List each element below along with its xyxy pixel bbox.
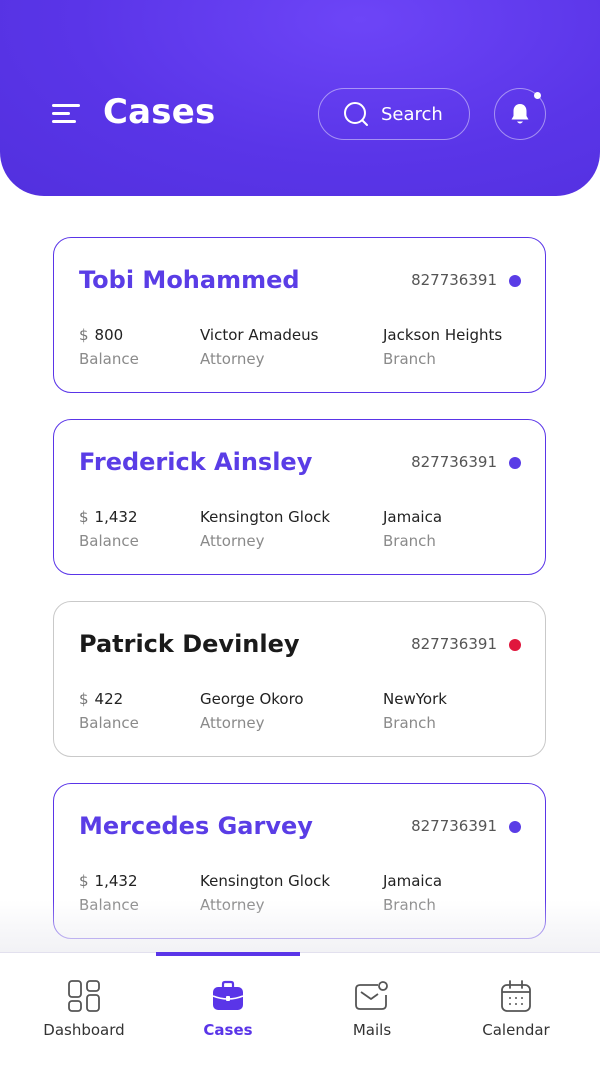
branch-value: Jackson Heights [383, 326, 503, 344]
client-name: Patrick Devinley [79, 630, 300, 658]
search-icon [344, 102, 368, 126]
briefcase-icon [212, 980, 244, 1010]
balance-column: $1,432 Balance [79, 508, 139, 550]
notifications-button[interactable] [494, 88, 546, 140]
bottom-tab-bar: Dashboard Cases Mails Calendar [0, 952, 600, 1067]
branch-column: NewYork Branch [383, 690, 447, 732]
branch-value: Jamaica [383, 508, 443, 526]
tab-label: Calendar [482, 1021, 550, 1039]
case-number: 827736391 [411, 635, 497, 653]
tab-label: Mails [352, 1021, 392, 1039]
attorney-value: George Okoro [200, 690, 304, 708]
currency-symbol: $ [79, 872, 89, 890]
case-number: 827736391 [411, 817, 497, 835]
status-dot [509, 821, 521, 833]
branch-value: Jamaica [383, 872, 443, 890]
status-dot [509, 639, 521, 651]
tab-label: Cases [203, 1021, 253, 1039]
attorney-value: Kensington Glock [200, 872, 331, 890]
case-card[interactable]: Patrick Devinley 827736391 $422 Balance … [53, 601, 546, 757]
balance-value: 422 [94, 690, 124, 708]
balance-column: $422 Balance [79, 690, 139, 732]
search-label: Search [381, 103, 443, 125]
status-dot [509, 457, 521, 469]
branch-label: Branch [383, 350, 436, 368]
tab-cases[interactable]: Cases [156, 953, 300, 1067]
case-card[interactable]: Tobi Mohammed 827736391 $800 Balance Vic… [53, 237, 546, 393]
attorney-value: Kensington Glock [200, 508, 331, 526]
attorney-label: Attorney [200, 714, 265, 732]
branch-column: Jackson Heights Branch [383, 326, 502, 368]
client-name: Tobi Mohammed [79, 266, 300, 294]
app-header: Cases Search [0, 0, 600, 196]
notification-badge [534, 92, 541, 99]
menu-icon[interactable] [52, 104, 82, 126]
status-dot [509, 275, 521, 287]
page-title: Cases [103, 92, 216, 132]
case-card[interactable]: Frederick Ainsley 827736391 $1,432 Balan… [53, 419, 546, 575]
balance-label: Balance [79, 532, 139, 550]
client-name: Frederick Ainsley [79, 448, 313, 476]
balance-value: 1,432 [94, 872, 138, 890]
tab-mails[interactable]: Mails [300, 953, 444, 1067]
case-number: 827736391 [411, 271, 497, 289]
mail-icon [355, 981, 388, 1010]
list-fade [0, 900, 600, 952]
tab-calendar[interactable]: Calendar [444, 953, 588, 1067]
balance-value: 800 [94, 326, 124, 344]
attorney-column: George Okoro Attorney [200, 690, 304, 732]
branch-value: NewYork [383, 690, 447, 708]
currency-symbol: $ [79, 326, 89, 344]
case-number: 827736391 [411, 453, 497, 471]
attorney-value: Victor Amadeus [200, 326, 319, 344]
tab-dashboard[interactable]: Dashboard [12, 953, 156, 1067]
attorney-column: Victor Amadeus Attorney [200, 326, 318, 368]
attorney-label: Attorney [200, 350, 265, 368]
client-name: Mercedes Garvey [79, 812, 313, 840]
balance-value: 1,432 [94, 508, 138, 526]
attorney-column: Kensington Glock Attorney [200, 508, 330, 550]
branch-label: Branch [383, 714, 436, 732]
branch-column: Jamaica Branch [383, 508, 442, 550]
branch-label: Branch [383, 532, 436, 550]
search-button[interactable]: Search [318, 88, 470, 140]
currency-symbol: $ [79, 508, 89, 526]
calendar-icon [501, 980, 531, 1012]
balance-column: $800 Balance [79, 326, 139, 368]
tab-label: Dashboard [43, 1021, 125, 1039]
currency-symbol: $ [79, 690, 89, 708]
balance-label: Balance [79, 714, 139, 732]
case-list: Tobi Mohammed 827736391 $800 Balance Vic… [53, 237, 546, 965]
balance-label: Balance [79, 350, 139, 368]
attorney-label: Attorney [200, 532, 265, 550]
bell-icon [511, 104, 529, 124]
dashboard-icon [68, 980, 100, 1012]
